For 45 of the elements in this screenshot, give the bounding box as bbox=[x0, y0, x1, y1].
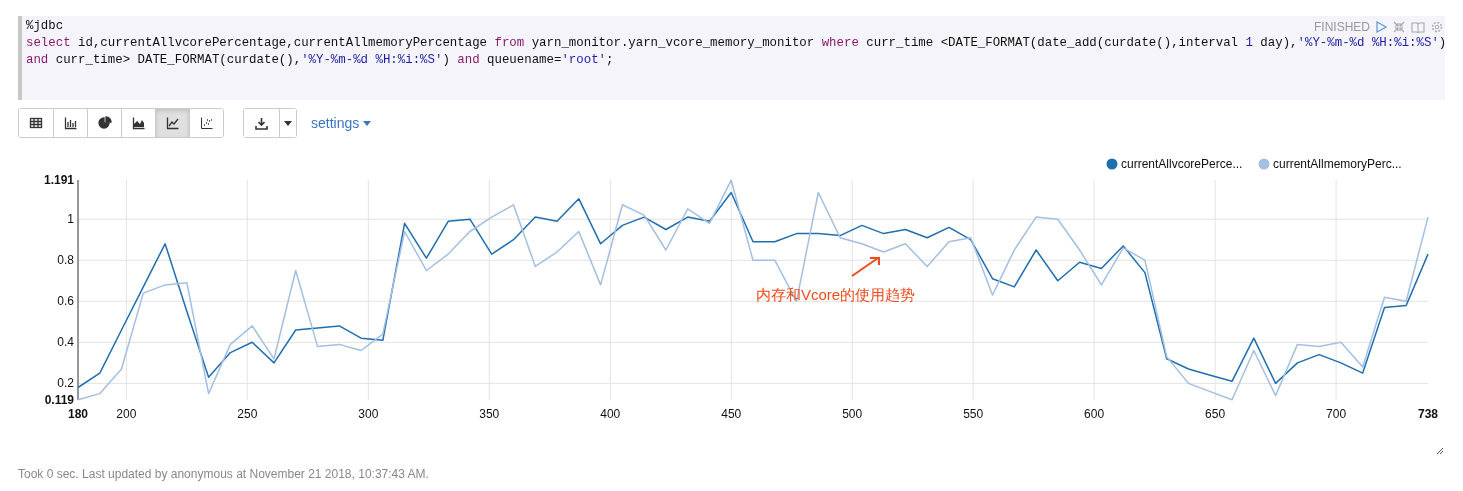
download-icon bbox=[255, 116, 268, 130]
legend-dot[interactable] bbox=[1106, 158, 1118, 170]
y-tick-label: 0.8 bbox=[57, 253, 74, 268]
bar-chart-icon bbox=[63, 116, 78, 130]
x-tick-label: 738 bbox=[1418, 407, 1438, 421]
y-tick-label: 1 bbox=[67, 212, 74, 227]
legend-label[interactable]: currentAllvcorePerce... bbox=[1121, 157, 1243, 171]
x-tick-label: 600 bbox=[1084, 407, 1105, 421]
y-tick-label: 0.6 bbox=[57, 294, 74, 309]
x-tick-label: 500 bbox=[842, 407, 863, 421]
x-tick-label: 350 bbox=[479, 407, 500, 421]
dropdown-button[interactable] bbox=[279, 109, 296, 137]
table-icon bbox=[29, 116, 43, 130]
code-line: and curr_time> DATE_FORMAT(curdate(),'%Y-%m-%d %H:%i:%S') and queuename='root'; bbox=[26, 52, 614, 69]
x-tick-label: 250 bbox=[237, 407, 258, 421]
pie-chart-icon bbox=[97, 116, 112, 130]
legend-dot[interactable] bbox=[1258, 158, 1270, 170]
area-chart-icon bbox=[131, 116, 146, 130]
line-chart-icon bbox=[165, 116, 180, 130]
legend-label[interactable]: currentAllmemoryPerc... bbox=[1273, 157, 1402, 171]
code-line: %jdbc bbox=[26, 18, 64, 35]
x-tick-label: 400 bbox=[600, 407, 621, 421]
y-tick-label: 0.119 bbox=[44, 393, 74, 407]
caret-icon bbox=[363, 120, 372, 126]
scatter-chart-icon bbox=[199, 116, 214, 130]
run-icon[interactable] bbox=[1376, 21, 1387, 33]
x-tick-label: 180 bbox=[68, 407, 88, 421]
x-tick-label: 550 bbox=[963, 407, 984, 421]
x-tick-label: 700 bbox=[1326, 407, 1347, 421]
code-line: select id,currentAllvcorePercentage,currentAllmemoryPercentage from yarn_monitor.yarn_vcore_memory_monitor where curr_time <DATE_FORMAT(date_add(curdate(),interval 1 day),'%Y-%m-%d %H:%i:%S') bbox=[26, 35, 1447, 52]
chart-type-button[interactable] bbox=[155, 109, 189, 137]
settings-link[interactable]: settings bbox=[311, 112, 372, 134]
caret-icon bbox=[284, 120, 292, 126]
status-label: FINISHED bbox=[1314, 19, 1370, 36]
annotation-text: 内存和Vcore的使用趋势 bbox=[756, 285, 916, 305]
x-tick-label: 450 bbox=[721, 407, 742, 421]
chart-type-button[interactable] bbox=[189, 109, 223, 137]
y-tick-label: 1.191 bbox=[43, 173, 74, 187]
y-tick-label: 0.4 bbox=[57, 335, 74, 350]
footer-status-text: Took 0 sec. Last updated by anonymous at November 21 2018, 10:37:43 AM. bbox=[18, 466, 429, 483]
x-tick-label: 650 bbox=[1205, 407, 1226, 421]
y-tick-label: 0.2 bbox=[57, 376, 74, 391]
resize-handle-icon[interactable] bbox=[1436, 447, 1444, 455]
x-tick-label: 200 bbox=[116, 407, 137, 421]
x-tick-label: 300 bbox=[358, 407, 379, 421]
